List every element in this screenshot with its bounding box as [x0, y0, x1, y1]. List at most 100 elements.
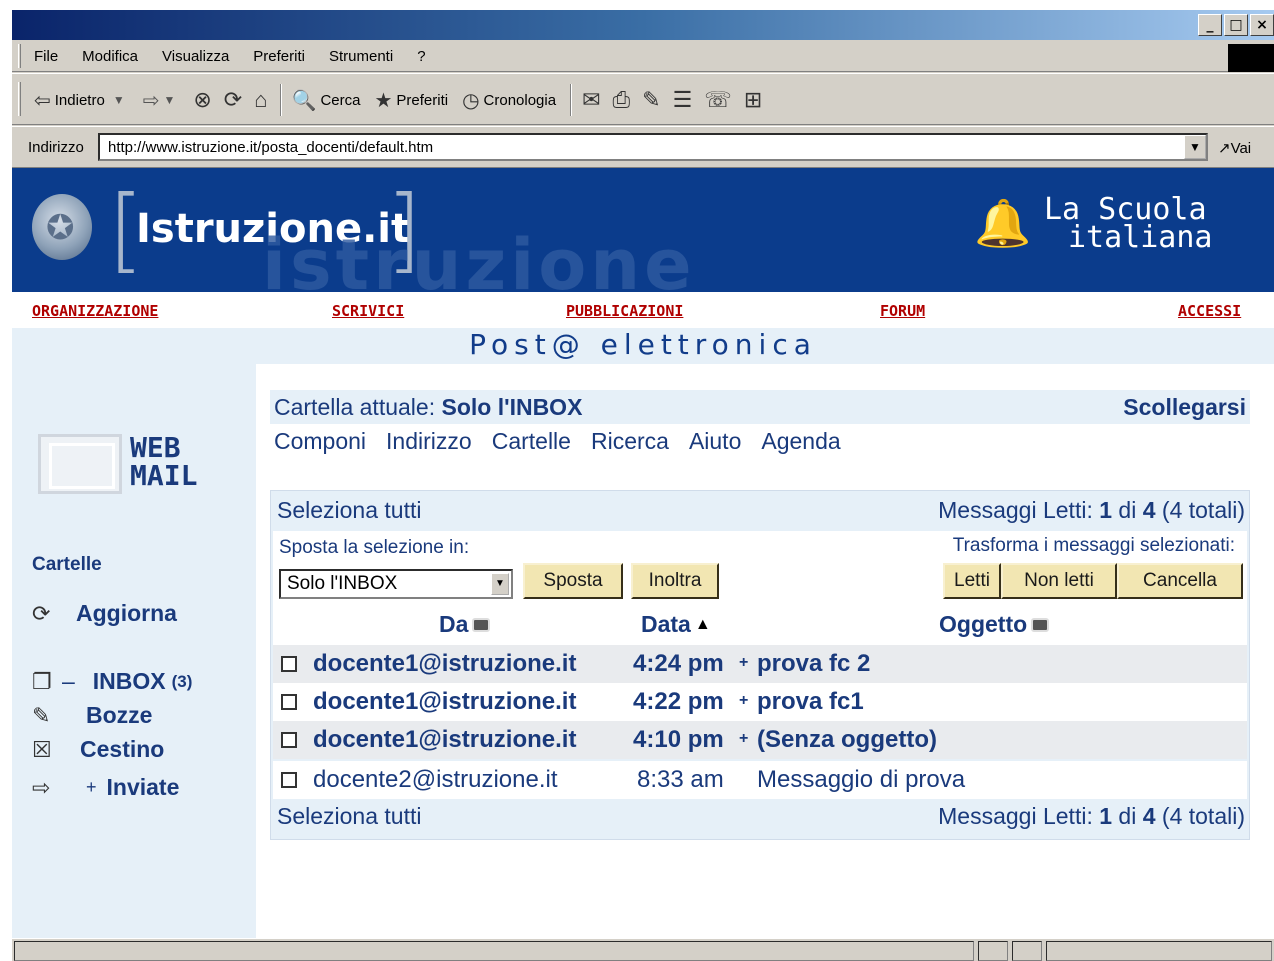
link-agenda[interactable]: Agenda: [761, 428, 840, 455]
back-button[interactable]: ⇦ Indietro ▼: [34, 88, 129, 113]
forward-button[interactable]: ⇨ ▼: [143, 88, 180, 113]
message-subject[interactable]: prova fc 2: [757, 650, 870, 678]
sidebar-item-sent[interactable]: ⇨ + Inviate: [32, 774, 179, 801]
page-title: Post@ elettronica: [469, 328, 817, 361]
link-cartelle[interactable]: Cartelle: [492, 428, 571, 455]
home-icon[interactable]: ⌂: [254, 87, 267, 113]
inbox-prefix: –: [62, 668, 75, 694]
envelope-icon: [38, 434, 122, 494]
mail-icon[interactable]: ✉: [582, 87, 600, 113]
folders-heading: Cartelle: [32, 554, 102, 575]
logout-link[interactable]: Scollegarsi: [1123, 394, 1246, 421]
sort-icon[interactable]: [1031, 617, 1050, 632]
menu-help[interactable]: ?: [417, 48, 425, 65]
mark-read-button[interactable]: Letti: [943, 563, 1001, 599]
move-button[interactable]: Sposta: [523, 563, 623, 599]
close-button[interactable]: ×: [1250, 14, 1274, 36]
messenger-icon[interactable]: ☏: [704, 87, 732, 113]
col-header-date[interactable]: Data ▲: [641, 611, 711, 638]
sort-icon[interactable]: [472, 617, 491, 632]
network-icon[interactable]: ⊞: [744, 87, 762, 113]
maximize-button[interactable]: □: [1224, 14, 1248, 36]
back-label: Indietro: [54, 91, 105, 109]
print-icon[interactable]: ⎙: [613, 87, 631, 113]
message-subject[interactable]: (Senza oggetto): [757, 726, 937, 754]
delete-button[interactable]: Cancella: [1117, 563, 1243, 599]
message-row[interactable]: docente2@istruzione.it 8:33 am Messaggio…: [273, 761, 1247, 799]
chevron-down-icon[interactable]: ▼: [491, 573, 509, 595]
main-panel: Cartella attuale: Solo l'INBOX Scollegar…: [256, 364, 1274, 938]
refresh-icon[interactable]: ⟳: [224, 87, 242, 113]
message-from[interactable]: docente1@istruzione.it: [313, 688, 576, 716]
status-bar: [12, 938, 1274, 961]
minimize-button[interactable]: _: [1198, 14, 1222, 36]
nav-forum[interactable]: FORUM: [880, 302, 925, 320]
move-folder-select[interactable]: Solo l'INBOX ▼: [279, 569, 513, 599]
throbber: [1228, 44, 1274, 72]
sidebar-item-trash[interactable]: ☒ Cestino: [32, 736, 164, 763]
menu-visualizza[interactable]: Visualizza: [162, 48, 229, 65]
favorites-button[interactable]: ★ Preferiti: [374, 88, 448, 113]
site-banner: ✪ [ Istruzione.it ] istruzione 🔔 La Scuo…: [12, 168, 1274, 292]
message-row[interactable]: docente1@istruzione.it 4:24 pm + prova f…: [273, 645, 1247, 683]
history-button[interactable]: ◷ Cronologia: [462, 88, 556, 113]
read-count-value: 1: [1099, 497, 1113, 523]
menu-strumenti[interactable]: Strumenti: [329, 48, 393, 65]
sidebar-item-drafts[interactable]: ✎ Bozze: [32, 702, 152, 729]
forward-button[interactable]: Inoltra: [631, 563, 719, 599]
message-checkbox[interactable]: [281, 656, 297, 672]
title-bar: _ □ ×: [12, 10, 1274, 40]
message-checkbox[interactable]: [281, 772, 297, 788]
link-componi[interactable]: Componi: [274, 428, 366, 455]
discuss-icon[interactable]: ☰: [673, 87, 693, 113]
nav-accessi[interactable]: ACCESSI: [1178, 302, 1241, 320]
search-button[interactable]: 🔍 Cerca: [292, 88, 361, 113]
nav-organizzazione[interactable]: ORGANIZZAZIONE: [32, 302, 158, 320]
message-from[interactable]: docente2@istruzione.it: [313, 766, 558, 794]
toolbar-separator: [570, 84, 573, 116]
drafts-icon: ✎: [32, 702, 51, 728]
window-controls: _ □ ×: [1198, 14, 1274, 36]
tagline-line2: italiana: [1068, 220, 1213, 255]
folder-icon: ❐: [32, 668, 52, 694]
link-aiuto[interactable]: Aiuto: [689, 428, 741, 455]
sidebar-item-refresh[interactable]: ⟳ Aggiorna: [32, 600, 177, 627]
message-from[interactable]: docente1@istruzione.it: [313, 726, 576, 754]
of-label: di: [1118, 497, 1137, 523]
menu-preferiti[interactable]: Preferiti: [253, 48, 305, 65]
menu-file[interactable]: File: [34, 48, 58, 65]
mark-unread-button[interactable]: Non letti: [1001, 563, 1117, 599]
message-from[interactable]: docente1@istruzione.it: [313, 650, 576, 678]
nav-pubblicazioni[interactable]: PUBBLICAZIONI: [566, 302, 683, 320]
message-plus: +: [739, 692, 749, 709]
select-all-link[interactable]: Seleziona tutti: [277, 497, 421, 524]
address-bar: Indirizzo http://www.istruzione.it/posta…: [12, 126, 1274, 168]
logo-line1: WEB: [130, 431, 181, 464]
toolbar-separator: [279, 84, 282, 116]
col-header-from[interactable]: Da: [439, 611, 491, 638]
link-indirizzo[interactable]: Indirizzo: [386, 428, 472, 455]
address-dropdown-button[interactable]: ▼: [1184, 135, 1206, 159]
message-checkbox[interactable]: [281, 732, 297, 748]
address-input[interactable]: http://www.istruzione.it/posta_docenti/d…: [98, 133, 1208, 161]
message-list-box: Seleziona tutti Messaggi Letti: 1 di 4 (…: [270, 490, 1250, 840]
go-button[interactable]: ↗Vai: [1218, 139, 1251, 157]
menu-modifica[interactable]: Modifica: [82, 48, 138, 65]
link-ricerca[interactable]: Ricerca: [591, 428, 669, 455]
select-all-link-bottom[interactable]: Seleziona tutti: [277, 803, 421, 830]
message-subject[interactable]: prova fc1: [757, 688, 864, 716]
message-plus: +: [739, 730, 749, 747]
message-subject[interactable]: Messaggio di prova: [757, 766, 965, 794]
stop-icon[interactable]: ⊗: [193, 87, 211, 113]
message-time: 4:10 pm: [633, 726, 724, 753]
sidebar-item-inbox[interactable]: ❐ – INBOX (3): [32, 668, 192, 695]
message-row[interactable]: docente1@istruzione.it 4:10 pm + (Senza …: [273, 721, 1247, 759]
col-header-subject[interactable]: Oggetto: [939, 611, 1050, 638]
sort-ascending-icon[interactable]: ▲: [695, 616, 711, 634]
message-row[interactable]: docente1@istruzione.it 4:22 pm + prova f…: [273, 683, 1247, 721]
edit-icon[interactable]: ✎: [642, 87, 660, 113]
search-icon: 🔍: [291, 89, 317, 112]
nav-scrivici[interactable]: SCRIVICI: [332, 302, 404, 320]
scuola-italiana-logo[interactable]: La Scuola italiana: [1044, 195, 1213, 255]
message-checkbox[interactable]: [281, 694, 297, 710]
